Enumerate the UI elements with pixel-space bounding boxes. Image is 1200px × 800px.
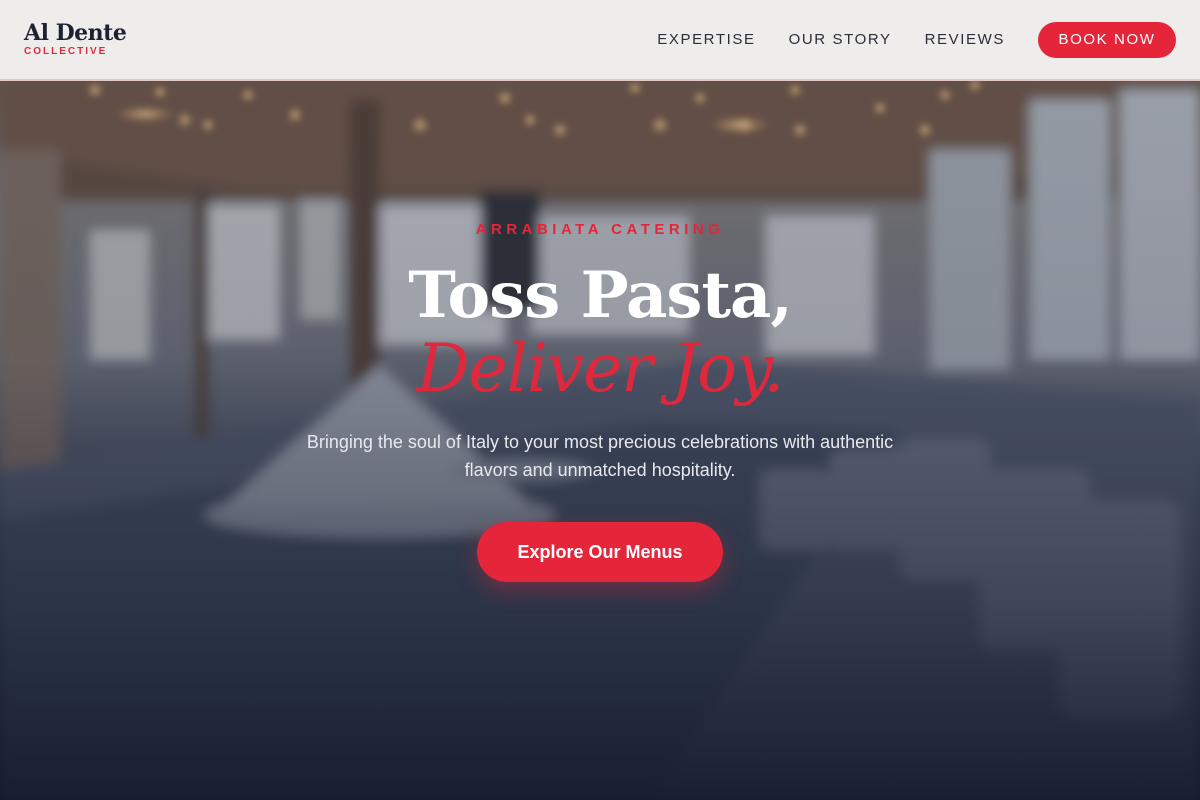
site-header: Al Dente COLLECTIVE EXPERTISE OUR STORY … bbox=[0, 0, 1200, 81]
main-nav: EXPERTISE OUR STORY REVIEWS BOOK NOW bbox=[657, 21, 1176, 58]
hero-content: ARRABIATA CATERING Toss Pasta, Deliver J… bbox=[0, 0, 1200, 800]
hero-title-line1: Toss Pasta, bbox=[408, 258, 793, 333]
hero-eyebrow: ARRABIATA CATERING bbox=[475, 221, 725, 238]
logo[interactable]: Al Dente COLLECTIVE bbox=[24, 20, 127, 57]
book-now-button[interactable]: BOOK NOW bbox=[1038, 21, 1176, 58]
nav-link-expertise[interactable]: EXPERTISE bbox=[657, 31, 755, 48]
nav-link-reviews[interactable]: REVIEWS bbox=[925, 31, 1005, 48]
logo-subtitle: COLLECTIVE bbox=[24, 46, 108, 57]
hero-subtitle: Bringing the soul of Italy to your most … bbox=[306, 432, 894, 480]
explore-menus-button[interactable]: Explore Our Menus bbox=[477, 522, 723, 582]
hero-title-line2: Deliver Joy. bbox=[416, 330, 785, 407]
logo-title: Al Dente bbox=[24, 20, 127, 46]
nav-link-our-story[interactable]: OUR STORY bbox=[789, 31, 892, 48]
